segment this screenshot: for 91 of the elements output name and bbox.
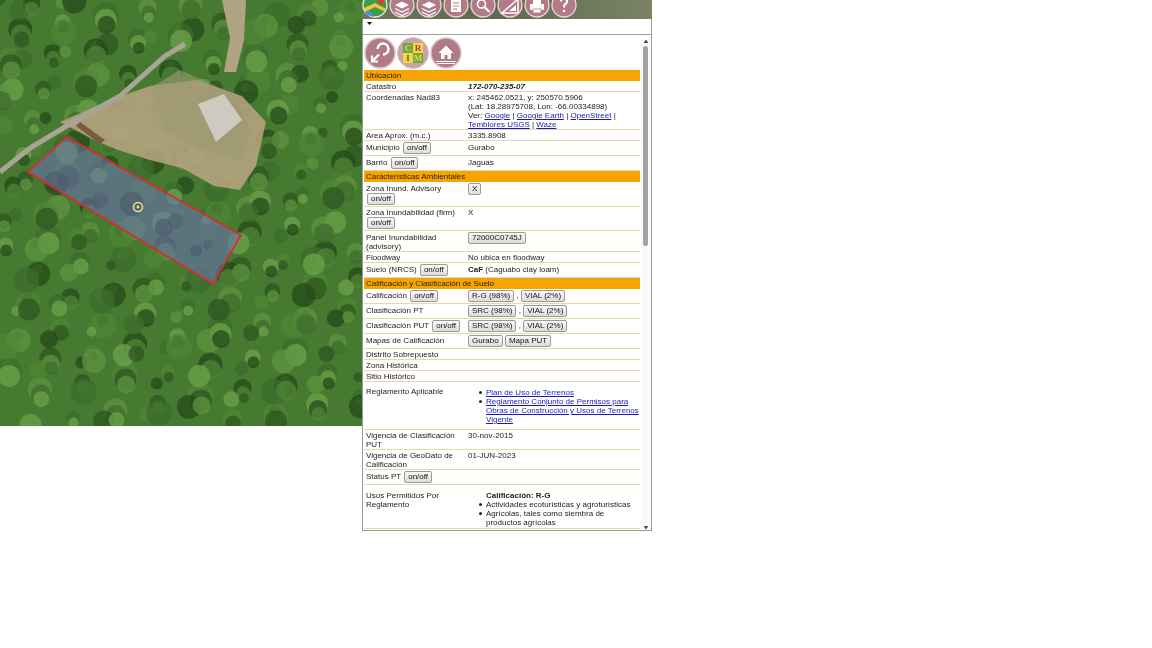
field-value: Gurabo bbox=[468, 143, 496, 152]
link[interactable]: OpenStreet bbox=[570, 111, 612, 120]
field-label: Clasificación PT bbox=[366, 306, 425, 315]
separator: , bbox=[516, 291, 519, 300]
logo[interactable]: C R I M bbox=[397, 37, 429, 69]
bullet-icon bbox=[479, 400, 482, 403]
field-label: Floodway bbox=[366, 253, 402, 262]
zoning-heading: Calificación: R-G bbox=[486, 491, 552, 500]
field-label: Coordenadas Nad83 bbox=[366, 93, 441, 102]
field-value: No ubica en floodway bbox=[468, 253, 546, 262]
layers-icon[interactable] bbox=[389, 0, 415, 18]
field-label: Zona Histórica bbox=[366, 361, 419, 370]
field-label: Mapas de Calificación bbox=[366, 336, 446, 345]
field-label: Vigencia de GeoDato de Calificación bbox=[366, 451, 455, 469]
field-value: 30-nov-2015 bbox=[468, 431, 514, 440]
field-label: Clasificación PUT bbox=[366, 321, 429, 330]
toggle-button[interactable]: on/off bbox=[432, 320, 461, 332]
list-text: Actividades ecoturísticas y agroturísticas bbox=[486, 500, 631, 509]
field-label: Panel Inundabilidad (advisory) bbox=[366, 233, 438, 251]
logo-letter: I bbox=[403, 53, 413, 63]
field-label: Zona Inundabilidad (firm) bbox=[366, 208, 455, 217]
field-label: Area Aprox. (m.c.) bbox=[366, 131, 432, 140]
value-button[interactable]: SRC (98%) bbox=[468, 305, 517, 317]
section-header: Ubicación bbox=[364, 70, 640, 81]
separator: , bbox=[518, 321, 521, 330]
field-label: Calificación bbox=[366, 291, 407, 300]
field-label: Reglamento Aplicable bbox=[366, 387, 445, 396]
up-arrow-icon[interactable] bbox=[641, 39, 651, 43]
toggle-button[interactable]: on/off bbox=[410, 290, 438, 302]
field-label: Catastro bbox=[366, 82, 398, 91]
bullet-icon bbox=[479, 391, 482, 394]
toggle-button[interactable]: on/off bbox=[367, 217, 395, 229]
field-value: x: 245462.0521, y: 250570.5906 bbox=[468, 93, 584, 102]
field-label: Usos Permitidos Por Reglamento bbox=[366, 491, 440, 509]
field-label: Sitio Histórico bbox=[366, 372, 416, 381]
field-value: 172-070-235-07 bbox=[468, 82, 526, 91]
scrollbar[interactable] bbox=[641, 43, 651, 526]
list-text: Agrícolas, tales como siembra de productos agrícolas bbox=[486, 509, 606, 527]
link[interactable]: Reglamento Conjunto de Permisos para Obras de Construcción y Usos de Terrenos Vigente bbox=[486, 397, 640, 424]
logo-letter: C bbox=[403, 43, 413, 53]
field-value: X bbox=[468, 208, 475, 217]
toggle-button[interactable]: on/off bbox=[419, 264, 448, 276]
help-icon[interactable] bbox=[551, 0, 577, 18]
section-header: Calificación y Clasificación de Suelo bbox=[364, 278, 640, 289]
map-icon[interactable] bbox=[362, 0, 388, 18]
field-value: 3335.8908 bbox=[468, 131, 507, 140]
field-label: Status PT bbox=[366, 472, 401, 481]
field-label: Zona Inund. Advisory bbox=[366, 184, 442, 193]
field-value: 01-JUN-2023 bbox=[468, 451, 517, 460]
layers-icon[interactable] bbox=[416, 0, 442, 18]
scrollbar-thumb[interactable] bbox=[643, 46, 648, 246]
value-button[interactable]: VIAL (2%) bbox=[520, 290, 566, 302]
value-button[interactable]: 72000C0745J bbox=[468, 232, 526, 244]
field-label: Barrio bbox=[366, 158, 388, 167]
section-header: Características Ambientales bbox=[364, 171, 640, 182]
value-button[interactable]: R-G (98%) bbox=[468, 290, 515, 302]
link[interactable]: Google Earth bbox=[516, 111, 564, 120]
toggle-button[interactable]: on/off bbox=[403, 142, 431, 154]
bullet-icon bbox=[479, 503, 482, 506]
value-button[interactable]: X bbox=[468, 183, 482, 195]
link[interactable]: Temblores USGS bbox=[468, 120, 530, 129]
value-button[interactable]: Mapa PUT bbox=[504, 335, 552, 347]
toggle-button[interactable]: on/off bbox=[404, 471, 433, 483]
house-icon[interactable] bbox=[430, 37, 462, 69]
separator: , bbox=[518, 306, 521, 315]
bullet-icon bbox=[479, 512, 482, 515]
value-button[interactable]: VIAL (2%) bbox=[523, 320, 568, 332]
search-icon[interactable] bbox=[470, 0, 496, 18]
printer-icon[interactable] bbox=[524, 0, 550, 18]
target-icon bbox=[132, 201, 144, 213]
logo-letter: M bbox=[413, 53, 423, 63]
links-text: Ver: Google | Google Earth | OpenStreet | Temblores USGS | Waze bbox=[468, 111, 617, 129]
field-value: Jaguas bbox=[468, 158, 495, 167]
value-button[interactable]: Gurabo bbox=[468, 335, 503, 347]
caret-icon[interactable] bbox=[367, 22, 372, 25]
field-value: (Lat: 18.28975708, Lon: -66.00334898) bbox=[468, 102, 609, 111]
field-value: CaF (Caguabo clay loam) bbox=[468, 265, 561, 274]
value-button[interactable]: VIAL (2%) bbox=[523, 305, 568, 317]
document-icon[interactable] bbox=[443, 0, 469, 18]
field-label: Municipio bbox=[366, 143, 400, 152]
link[interactable]: Google bbox=[484, 111, 511, 120]
link[interactable]: Plan de Uso de Terrenos bbox=[486, 388, 574, 397]
toggle-button[interactable]: on/off bbox=[367, 193, 395, 205]
toggle-button[interactable]: on/off bbox=[390, 157, 419, 169]
down-arrow-icon[interactable] bbox=[641, 526, 651, 530]
field-label: Distrito Sobrepuesto bbox=[366, 350, 440, 359]
field-label: Suelo (NRCS) bbox=[366, 265, 417, 274]
value-button[interactable]: SRC (98%) bbox=[468, 320, 517, 332]
logo-letter: R bbox=[413, 43, 423, 53]
field-label: Vigencia de Clasificación PUT bbox=[366, 431, 456, 449]
link[interactable]: Waze bbox=[536, 120, 557, 129]
